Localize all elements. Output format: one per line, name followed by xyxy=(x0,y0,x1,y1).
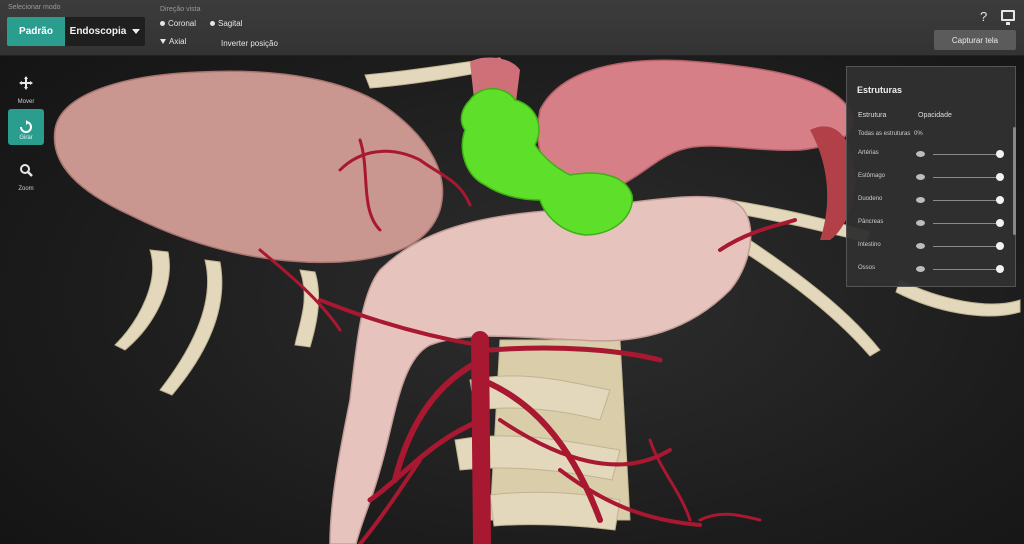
opacity-slider-handle[interactable] xyxy=(996,242,1004,250)
opacity-slider-track[interactable] xyxy=(933,269,1000,270)
visibility-eye-icon[interactable] xyxy=(916,266,925,272)
mode-selector: Padrão Endoscopia xyxy=(7,17,145,46)
structure-row: Ossos xyxy=(847,263,1017,277)
visibility-eye-icon[interactable] xyxy=(916,243,925,249)
structure-name: Artérias xyxy=(858,150,879,156)
column-opacity-header: Opacidade xyxy=(918,112,952,119)
structure-row: Artérias xyxy=(847,148,1017,162)
radio-dot-icon xyxy=(160,21,165,26)
tool-rotate-label: Girar xyxy=(19,135,33,141)
structure-row: Pâncreas xyxy=(847,217,1017,231)
visibility-eye-icon[interactable] xyxy=(916,197,925,203)
all-structures-label: Todas as estruturas xyxy=(858,131,911,137)
tool-move[interactable]: Mover xyxy=(8,68,44,105)
opacity-slider-handle[interactable] xyxy=(996,265,1004,273)
opacity-slider-handle[interactable] xyxy=(996,150,1004,158)
tool-rotate[interactable]: Girar xyxy=(8,109,44,145)
panel-title: Estruturas xyxy=(857,85,903,95)
opacity-slider-track[interactable] xyxy=(933,223,1000,224)
view-sagittal-label: Sagital xyxy=(218,19,243,28)
triangle-icon xyxy=(160,39,166,44)
opacity-slider-handle[interactable] xyxy=(996,196,1004,204)
view-coronal-option[interactable]: Coronal xyxy=(160,19,196,28)
capture-screen-button[interactable]: Capturar tela xyxy=(934,30,1016,50)
opacity-slider-track[interactable] xyxy=(933,154,1000,155)
tool-move-label: Mover xyxy=(17,99,35,105)
tool-zoom[interactable]: Zoom xyxy=(8,155,44,192)
liver-organ xyxy=(53,70,444,264)
opacity-slider-track[interactable] xyxy=(933,177,1000,178)
structure-name: Ossos xyxy=(858,265,876,271)
invert-position-option[interactable]: Inverter posição xyxy=(221,39,278,48)
structure-name: Intestino xyxy=(858,242,881,248)
visibility-eye-icon[interactable] xyxy=(916,151,925,157)
structure-name: Duodeno xyxy=(858,196,883,202)
structure-row: Intestino xyxy=(847,240,1017,254)
move-icon xyxy=(8,68,44,98)
opacity-slider-track[interactable] xyxy=(933,200,1000,201)
structure-name: Estômago xyxy=(858,173,886,179)
view-coronal-label: Coronal xyxy=(168,19,197,28)
top-bar: Selecionar modo Padrão Endoscopia Direçã… xyxy=(0,0,1024,56)
help-icon[interactable]: ? xyxy=(980,9,987,24)
structure-name: Pâncreas xyxy=(858,219,884,225)
mode-label: Selecionar modo xyxy=(8,4,61,11)
view-direction-label: Direção vista xyxy=(160,6,201,13)
opacity-slider-handle[interactable] xyxy=(996,219,1004,227)
tool-zoom-label: Zoom xyxy=(18,186,34,192)
zoom-icon xyxy=(8,155,44,185)
chevron-down-icon xyxy=(132,29,141,34)
invert-position-label: Inverter posição xyxy=(221,39,278,48)
opacity-slider-track[interactable] xyxy=(933,246,1000,247)
structure-row: Duodeno xyxy=(847,194,1017,208)
column-structure-header: Estrutura xyxy=(858,112,887,119)
mode-standard-button[interactable]: Padrão xyxy=(7,17,65,46)
mode-dropdown[interactable]: Endoscopia xyxy=(65,17,145,46)
structure-row: Estômago xyxy=(847,171,1017,185)
visibility-eye-icon[interactable] xyxy=(916,174,925,180)
view-axial-label: Axial xyxy=(169,37,187,46)
structures-panel: Estruturas Estrutura Opacidade Todas as … xyxy=(846,66,1016,287)
monitor-icon[interactable] xyxy=(1001,10,1015,25)
radio-dot-icon xyxy=(210,21,215,26)
view-sagittal-option[interactable]: Sagital xyxy=(210,19,242,28)
panel-scrollbar[interactable] xyxy=(1013,127,1016,235)
view-axial-option[interactable]: Axial xyxy=(160,37,186,46)
all-structures-value: 0% xyxy=(914,131,923,137)
opacity-slider-handle[interactable] xyxy=(996,173,1004,181)
visibility-eye-icon[interactable] xyxy=(916,220,925,226)
mode-dropdown-value: Endoscopia xyxy=(69,26,127,37)
